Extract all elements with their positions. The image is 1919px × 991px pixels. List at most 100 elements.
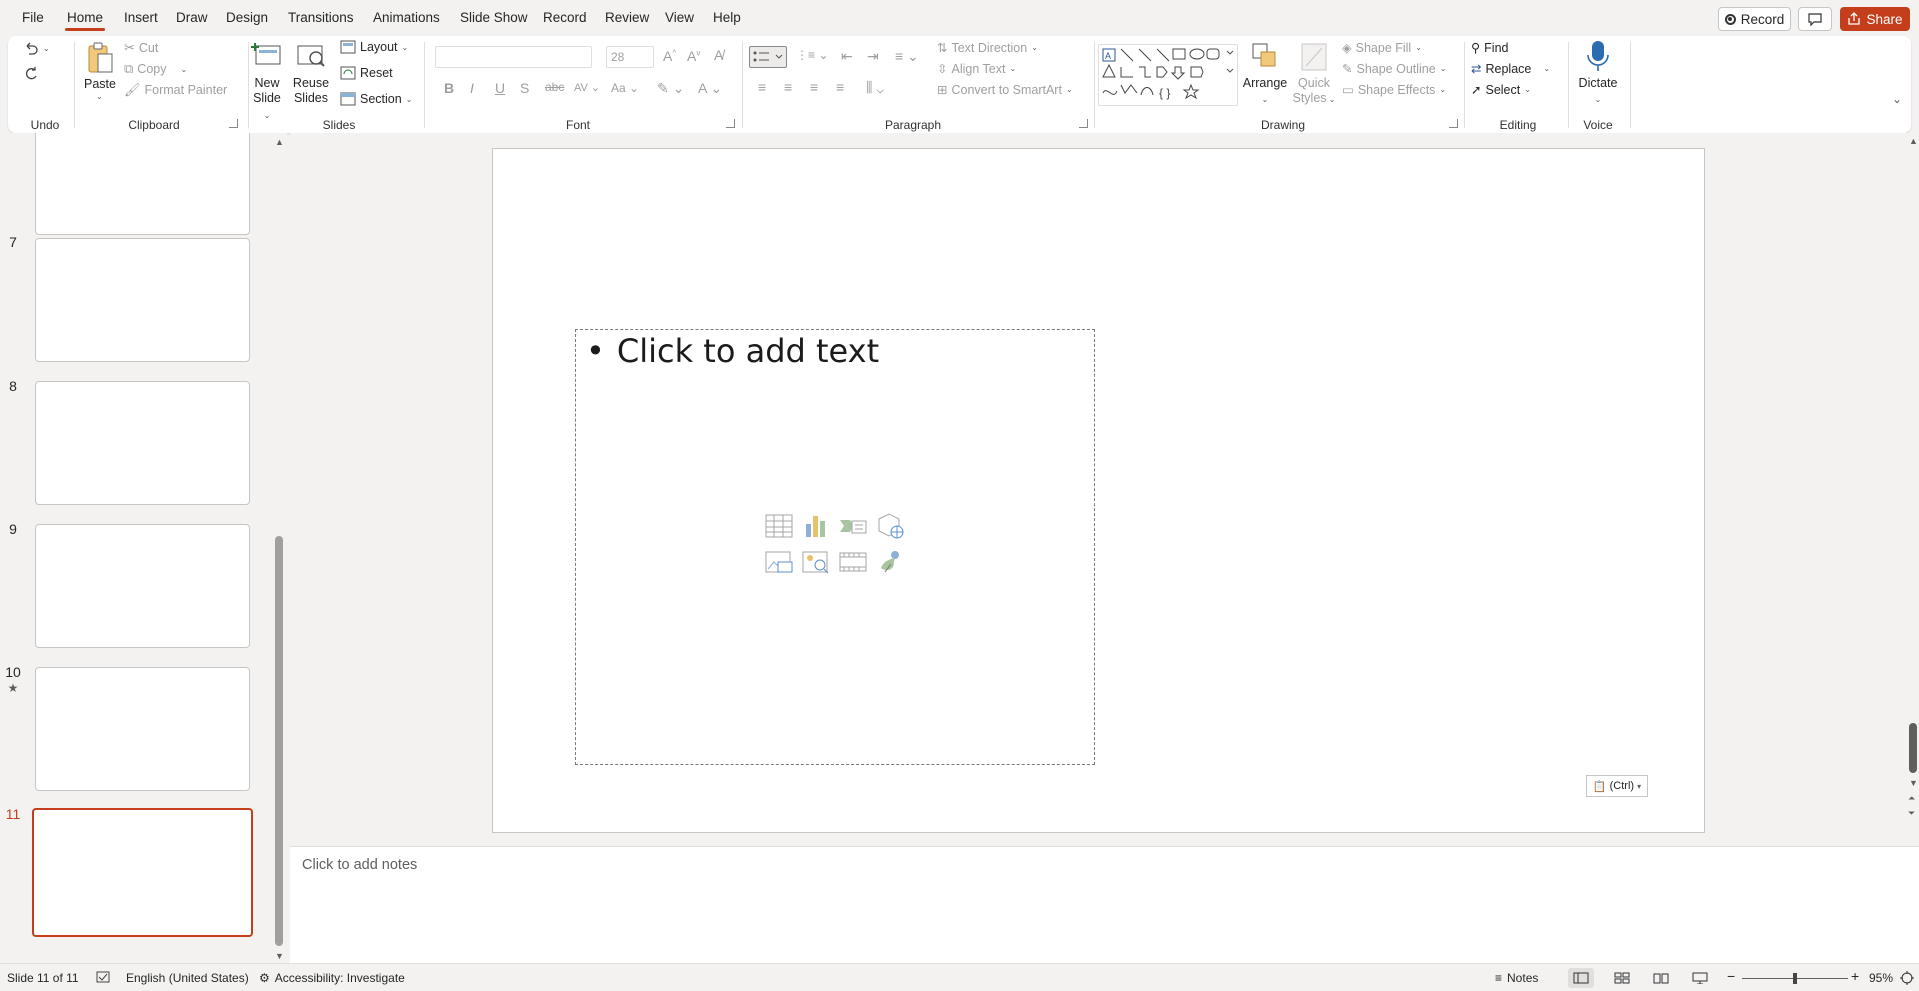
reading-view-button[interactable] xyxy=(1648,968,1674,988)
bold-button[interactable]: B xyxy=(444,80,454,96)
section-button[interactable]: Section ⌄ xyxy=(340,92,412,106)
decrease-font-icon[interactable]: Av xyxy=(687,48,700,64)
slide-thumbnail-selected[interactable] xyxy=(32,808,253,937)
justify-button[interactable]: ≡ xyxy=(836,79,844,95)
zoom-level[interactable]: 95% xyxy=(1869,971,1893,985)
tab-animations[interactable]: Animations xyxy=(373,10,440,25)
slide-thumbnail[interactable] xyxy=(35,238,250,362)
scrollbar-thumb[interactable] xyxy=(1909,723,1917,773)
replace-button[interactable]: ⇄ Replace ⌄ xyxy=(1471,61,1550,77)
slide-thumbnail[interactable] xyxy=(35,667,250,791)
accessibility-button[interactable]: ⚙ Accessibility: Investigate xyxy=(259,971,405,985)
notes-placeholder[interactable]: Click to add notes xyxy=(302,857,417,873)
layout-button[interactable]: Layout ⌄ xyxy=(340,40,408,54)
format-painter-button[interactable]: 🖌 Format Painter xyxy=(124,82,227,98)
paste-options-button[interactable]: 📋 (Ctrl) ▾ xyxy=(1586,775,1648,797)
convert-smartart-button[interactable]: ⊞ Convert to SmartArt ⌄ xyxy=(937,82,1073,98)
tab-slide-show[interactable]: Slide Show xyxy=(460,10,528,25)
align-right-button[interactable]: ≡ xyxy=(810,79,818,95)
tab-view[interactable]: View xyxy=(665,10,694,25)
zoom-in-button[interactable]: + xyxy=(1851,968,1859,984)
tab-transitions[interactable]: Transitions xyxy=(288,10,354,25)
shape-effects-button[interactable]: ▭ Shape Effects ⌄ xyxy=(1342,82,1446,98)
arrange-button[interactable]: Arrange ⌄ xyxy=(1242,76,1288,107)
align-left-button[interactable]: ≡ xyxy=(758,79,766,95)
strikethrough-button[interactable]: abc xyxy=(545,80,564,94)
thumbnail-scrollbar[interactable]: ▲ ▼ xyxy=(273,133,285,963)
insert-picture-icon[interactable] xyxy=(764,548,794,576)
notes-pane[interactable]: Click to add notes xyxy=(290,846,1919,963)
text-direction-button[interactable]: ⇅ Text Direction ⌄ xyxy=(937,40,1038,56)
clipboard-dialog-launcher[interactable] xyxy=(229,119,238,128)
clear-formatting-icon[interactable]: A̸ xyxy=(714,47,723,63)
quick-styles-button[interactable]: Quick Styles ⌄ xyxy=(1292,76,1336,107)
scroll-down-icon[interactable]: ▼ xyxy=(275,951,284,961)
redo-button[interactable] xyxy=(23,65,39,81)
insert-3d-model-icon[interactable] xyxy=(875,512,905,540)
tab-file[interactable]: File xyxy=(22,10,44,25)
shadow-button[interactable]: S xyxy=(520,80,529,96)
zoom-slider-thumb[interactable] xyxy=(1793,973,1797,984)
tab-help[interactable]: Help xyxy=(713,10,741,25)
dictate-button[interactable]: Dictate ⌄ xyxy=(1574,76,1622,107)
scrollbar-thumb[interactable] xyxy=(275,536,283,946)
slide-thumbnail[interactable] xyxy=(35,381,250,505)
content-placeholder[interactable]: • Click to add text xyxy=(575,329,1095,765)
cut-button[interactable]: ✂ Cut xyxy=(124,40,158,56)
zoom-out-button[interactable]: − xyxy=(1727,968,1735,984)
shape-fill-button[interactable]: ◈ Shape Fill ⌄ xyxy=(1342,40,1422,56)
italic-button[interactable]: I xyxy=(470,80,474,96)
font-size-box[interactable]: 28 xyxy=(606,46,654,68)
slide-show-button[interactable] xyxy=(1687,968,1713,988)
reuse-slides-button[interactable]: Reuse Slides xyxy=(292,76,330,106)
slide-canvas[interactable]: • Click to add text 📋 (Ctrl) ▾ xyxy=(492,148,1705,833)
fit-slide-icon[interactable] xyxy=(1900,971,1914,985)
notes-toggle-button[interactable]: ≡ Notes xyxy=(1495,971,1538,985)
tab-review[interactable]: Review xyxy=(605,10,649,25)
underline-button[interactable]: U xyxy=(495,80,505,96)
reset-button[interactable]: Reset xyxy=(340,66,393,80)
scroll-up-icon[interactable]: ▲ xyxy=(275,137,284,147)
paragraph-dialog-launcher[interactable] xyxy=(1079,119,1088,128)
font-color-button[interactable]: A ⌄ xyxy=(698,80,722,97)
slide-thumbnail[interactable] xyxy=(35,133,250,235)
insert-stock-images-icon[interactable] xyxy=(801,548,831,576)
find-button[interactable]: ⚲ Find xyxy=(1471,40,1508,56)
share-button[interactable]: Share xyxy=(1840,7,1910,31)
normal-view-button[interactable] xyxy=(1568,968,1594,988)
new-slide-button[interactable]: New Slide ⌄ xyxy=(249,76,285,123)
select-button[interactable]: ➚ Select ⌄ xyxy=(1471,82,1531,98)
scroll-down-icon[interactable]: ▼ xyxy=(1909,778,1918,788)
editor-scrollbar[interactable]: ▲ ▼ ⏶ ⏷ xyxy=(1907,133,1919,843)
highlight-color-button[interactable]: ✎ ⌄ xyxy=(657,80,684,97)
numbering-button[interactable]: ⋮≡ ⌄ xyxy=(796,48,828,62)
tab-draw[interactable]: Draw xyxy=(176,10,208,25)
change-case-button[interactable]: Aa ⌄ xyxy=(611,81,639,95)
slide-thumbnail[interactable] xyxy=(35,524,250,648)
zoom-slider[interactable] xyxy=(1742,973,1848,984)
paste-button[interactable]: Paste xyxy=(80,77,120,92)
increase-indent-button[interactable]: ⇥ xyxy=(867,48,879,65)
tab-insert[interactable]: Insert xyxy=(124,10,158,25)
record-button[interactable]: Record xyxy=(1718,7,1791,31)
next-slide-icon[interactable]: ⏷ xyxy=(1908,808,1915,819)
scroll-up-icon[interactable]: ▲ xyxy=(1909,136,1918,146)
columns-button[interactable]: ⫼ ⌄ xyxy=(866,79,884,96)
undo-button[interactable]: ⌄ xyxy=(23,40,50,56)
collapse-ribbon-icon[interactable]: ⌄ xyxy=(1892,92,1902,106)
copy-button[interactable]: ⧉ Copy ⌄ xyxy=(124,61,187,77)
character-spacing-button[interactable]: AV ⌄ xyxy=(574,81,600,94)
line-spacing-button[interactable]: ≡ ⌄ xyxy=(895,48,919,65)
align-text-button[interactable]: ⇳ Align Text ⌄ xyxy=(937,61,1016,77)
slide-sorter-button[interactable] xyxy=(1609,968,1635,988)
insert-chart-icon[interactable] xyxy=(801,512,831,540)
spelling-icon[interactable] xyxy=(96,971,110,983)
font-name-box[interactable] xyxy=(435,46,592,68)
tab-design[interactable]: Design xyxy=(226,10,268,25)
align-center-button[interactable]: ≡ xyxy=(784,79,792,95)
previous-slide-icon[interactable]: ⏶ xyxy=(1908,793,1915,804)
decrease-indent-button[interactable]: ⇤ xyxy=(841,48,853,65)
insert-table-icon[interactable] xyxy=(764,512,794,540)
shape-outline-button[interactable]: ✎ Shape Outline ⌄ xyxy=(1342,61,1446,77)
tab-record[interactable]: Record xyxy=(543,10,587,25)
